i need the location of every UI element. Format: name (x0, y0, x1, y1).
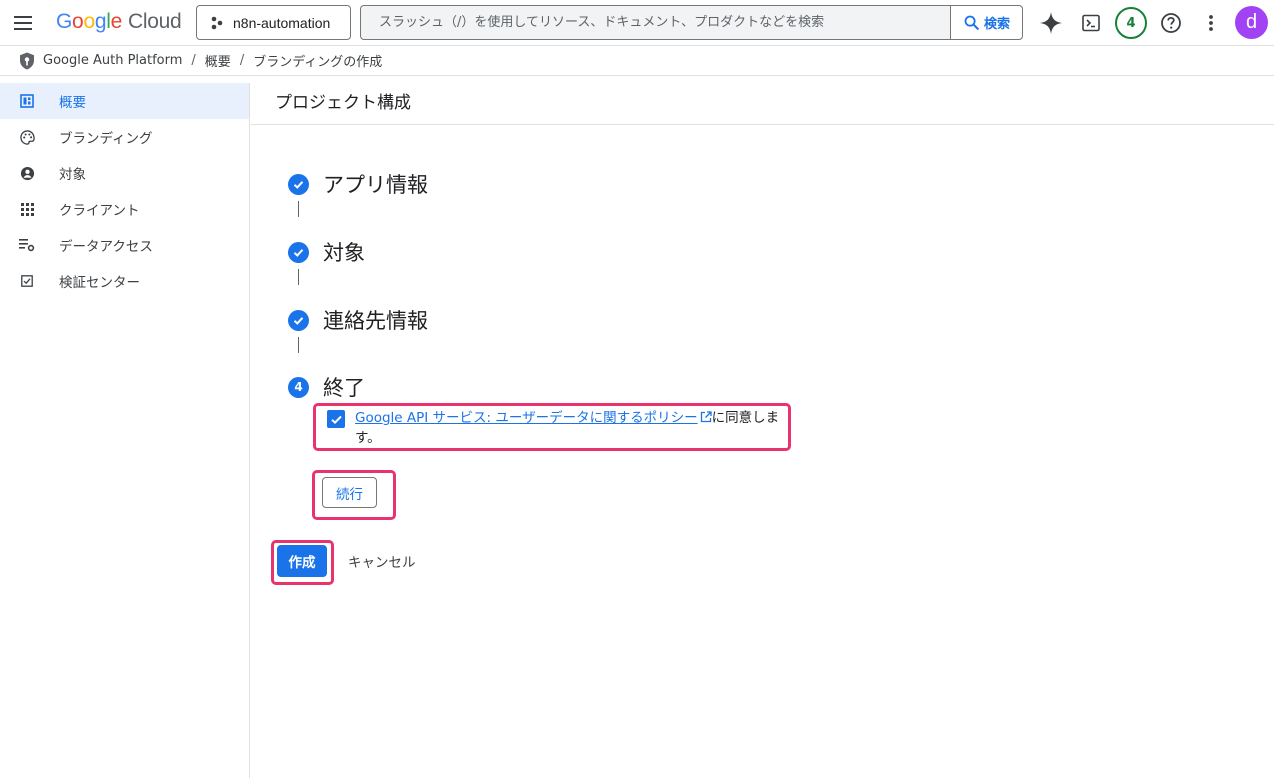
search-bar: 検索 (360, 5, 1023, 40)
project-picker-button[interactable]: n8n-automation (196, 5, 351, 40)
more-options-button[interactable] (1196, 8, 1226, 38)
sidebar-item-data-access[interactable]: データアクセス (0, 227, 249, 263)
external-link-icon (700, 411, 712, 423)
check-box-icon (19, 273, 35, 289)
check-circle-icon (288, 309, 309, 331)
step-app-info[interactable]: アプリ情報 (288, 169, 428, 199)
project-name: n8n-automation (233, 14, 331, 31)
search-input[interactable] (361, 6, 950, 39)
page-title: プロジェクト構成 (275, 93, 411, 113)
step-connector (298, 269, 299, 285)
dashboard-icon (19, 93, 35, 109)
check-circle-icon (288, 173, 309, 195)
gemini-button[interactable] (1036, 8, 1066, 38)
continue-button[interactable]: 続行 (322, 477, 377, 508)
sidebar-item-verification[interactable]: 検証センター (0, 263, 249, 299)
project-icon (211, 16, 223, 29)
search-icon (964, 15, 979, 30)
sidebar-item-clients[interactable]: クライアント (0, 191, 249, 227)
main-menu-button[interactable] (10, 10, 36, 36)
agreement-text: Google API サービス: ユーザーデータに関するポリシー に同意します。 (355, 410, 780, 446)
terminal-icon (1082, 14, 1100, 32)
account-avatar[interactable]: d (1235, 6, 1268, 39)
search-button[interactable]: 検索 (950, 6, 1022, 39)
step-connector (298, 337, 299, 353)
check-circle-icon (288, 241, 309, 263)
breadcrumb: Google Auth Platform / 概要 / ブランディングの作成 (0, 46, 1274, 76)
step-finish: 4 終了 (288, 372, 365, 402)
policy-link[interactable]: Google API サービス: ユーザーデータに関するポリシー (355, 410, 712, 426)
settings-list-icon (19, 237, 35, 253)
top-bar: GoogleCloud n8n-automation 検索 4 d (0, 0, 1274, 46)
sidebar: 概要 ブランディング 対象 クライアント データアクセス 検証センター (0, 83, 250, 778)
sidebar-item-audience[interactable]: 対象 (0, 155, 249, 191)
create-button[interactable]: 作成 (277, 545, 327, 577)
step-connector (298, 201, 299, 217)
palette-icon (19, 129, 35, 145)
person-icon (19, 165, 35, 181)
breadcrumb-auth-platform[interactable]: Google Auth Platform (43, 53, 182, 68)
grid-icon (19, 201, 35, 217)
google-cloud-logo[interactable]: Google Cloud (56, 10, 182, 34)
breadcrumb-overview[interactable]: 概要 (205, 51, 231, 70)
agree-checkbox[interactable] (327, 410, 345, 428)
step-audience[interactable]: 対象 (288, 237, 365, 267)
shield-icon (20, 52, 34, 69)
policy-agreement: Google API サービス: ユーザーデータに関するポリシー に同意します。 (327, 408, 787, 448)
help-button[interactable] (1156, 8, 1186, 38)
sidebar-item-branding[interactable]: ブランディング (0, 119, 249, 155)
sidebar-item-overview[interactable]: 概要 (0, 83, 249, 119)
step-number: 4 (288, 376, 309, 398)
cloud-shell-button[interactable] (1076, 8, 1106, 38)
step-contact-info[interactable]: 連絡先情報 (288, 305, 428, 335)
cancel-button[interactable]: キャンセル (340, 545, 424, 577)
hamburger-icon (14, 16, 32, 18)
sparkle-icon (1040, 12, 1062, 34)
help-icon (1161, 13, 1181, 33)
breadcrumb-create-branding: ブランディングの作成 (253, 55, 383, 70)
more-vert-icon (1209, 15, 1213, 31)
notifications-badge[interactable]: 4 (1115, 7, 1147, 39)
title-divider (251, 124, 1274, 125)
